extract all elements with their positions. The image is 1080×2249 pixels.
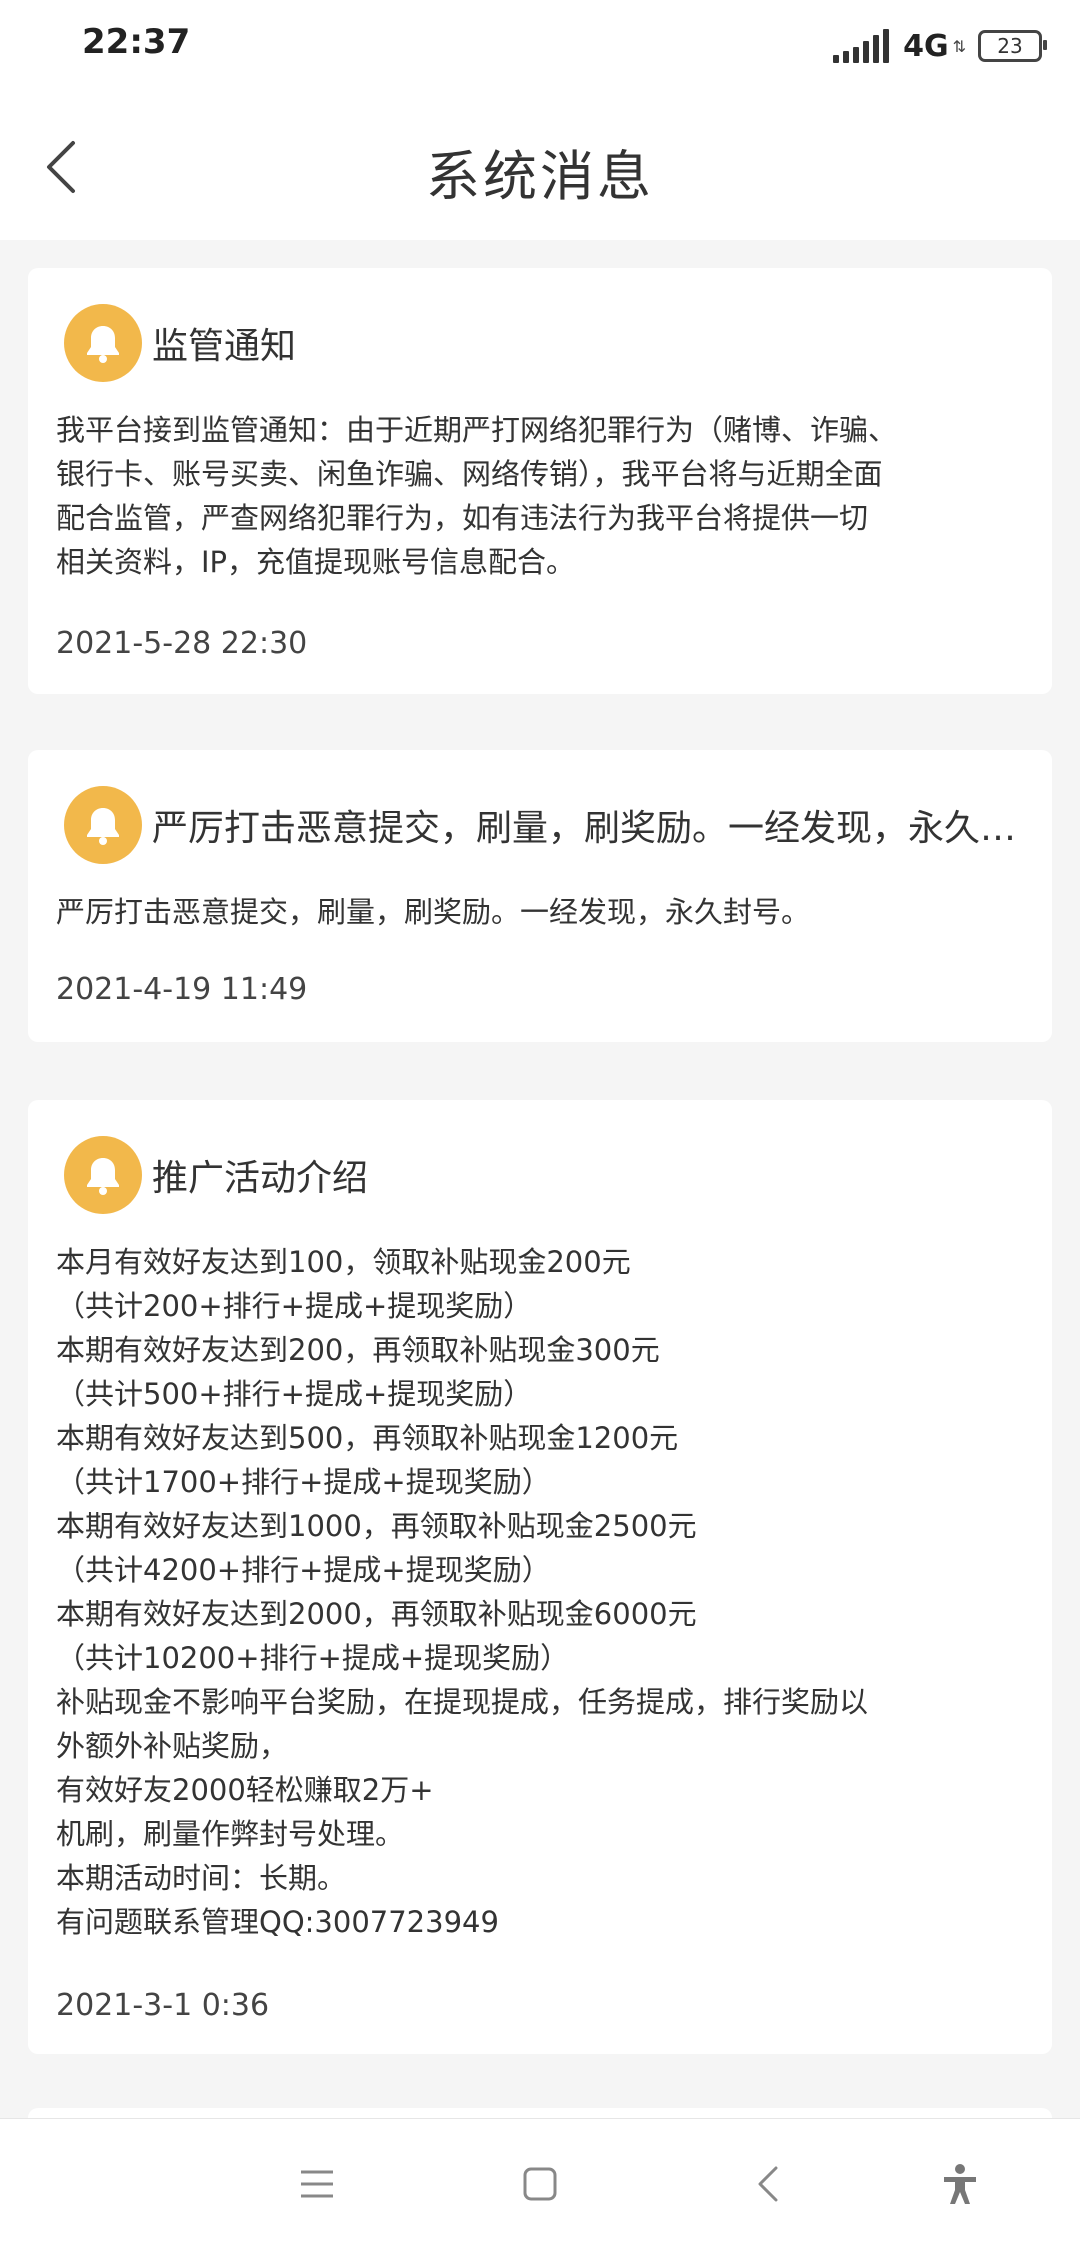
status-bar: 22:37 4G ⇅ 23 [0,0,1080,90]
bell-icon [64,304,142,382]
battery-icon: 23 [978,30,1047,62]
bell-icon [64,786,142,864]
message-body: 严厉打击恶意提交，刷量，刷奖励。一经发现，永久封号。 [56,895,811,929]
message-time: 2021-4-19 11:49 [56,972,308,1007]
home-button[interactable] [505,2149,575,2219]
message-body: 我平台接到监管通知：由于近期严打网络犯罪行为（赌博、诈骗、 银行卡、账号买卖、闲… [56,413,898,579]
message-card[interactable]: 推广活动介绍 本月有效好友达到100，领取补贴现金200元 （共计200+排行+… [28,1100,1052,2054]
message-header: 监管通知 [64,304,296,382]
message-header: 严厉打击恶意提交，刷量，刷奖励。一经发现，永久封... [64,786,1022,864]
message-card[interactable]: 监管通知 我平台接到监管通知：由于近期严打网络犯罪行为（赌博、诈骗、 银行卡、账… [28,268,1052,694]
accessibility-button[interactable] [925,2149,995,2219]
message-title: 严厉打击恶意提交，刷量，刷奖励。一经发现，永久封... [152,808,1022,849]
home-square-icon [523,2167,557,2201]
message-card-partial[interactable] [28,2108,1052,2118]
accessibility-icon [944,2164,976,2204]
network-type: 4G [903,28,949,64]
menu-button[interactable] [282,2149,352,2219]
message-title: 监管通知 [152,326,297,367]
system-nav-bar [0,2118,1080,2249]
header: 系统消息 [0,90,1080,240]
data-arrows-icon: ⇅ [952,36,966,56]
bell-icon [64,1136,142,1214]
status-indicators: 4G ⇅ 23 [833,26,1047,66]
status-time: 22:37 [82,22,191,62]
message-card[interactable]: 严厉打击恶意提交，刷量，刷奖励。一经发现，永久封... 严厉打击恶意提交，刷量，… [28,750,1052,1042]
nav-back-icon [758,2166,778,2202]
menu-icon [301,2170,333,2198]
nav-back-button[interactable] [733,2149,803,2219]
battery-level: 23 [997,34,1023,58]
message-time: 2021-5-28 22:30 [56,626,308,661]
page-title: 系统消息 [426,145,654,208]
signal-icon [833,29,890,63]
message-title: 推广活动介绍 [152,1158,369,1199]
message-header: 推广活动介绍 [64,1136,368,1214]
message-time: 2021-3-1 0:36 [56,1988,270,2023]
message-body: 本月有效好友达到100，领取补贴现金200元 （共计200+排行+提成+提现奖励… [56,1245,869,1939]
